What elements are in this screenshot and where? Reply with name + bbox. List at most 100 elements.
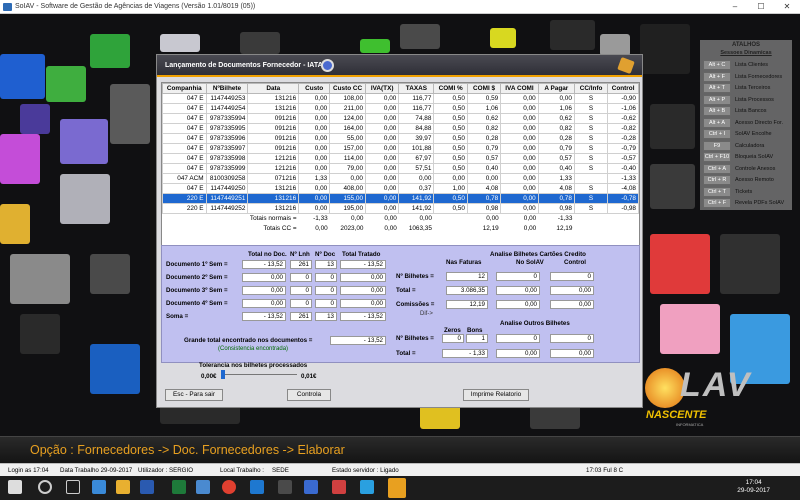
others-total-solav[interactable]: 0,00: [496, 349, 540, 358]
column-header[interactable]: NºBilhete: [205, 83, 249, 94]
doc-num-field[interactable]: 13: [315, 312, 337, 321]
table-row[interactable]: 220 E 1147449251 131216 0,00 155,00 0,00 141,9…: [162, 193, 639, 204]
doc-num-field[interactable]: 0: [315, 286, 337, 295]
others-bilhetes-solav[interactable]: 0: [496, 334, 540, 343]
column-header[interactable]: Custo: [298, 83, 331, 94]
chrome-icon[interactable]: [222, 480, 236, 494]
others-total-faturas[interactable]: - 1,33: [442, 349, 488, 358]
doc-tratado-field[interactable]: 0,00: [340, 273, 386, 282]
column-header[interactable]: A Pagar: [537, 83, 575, 94]
doc-lnh-field[interactable]: 0: [290, 273, 312, 282]
cards-total-control[interactable]: 0,00: [550, 286, 594, 295]
app-icon[interactable]: [278, 480, 292, 494]
doc-tratado-field[interactable]: - 13,52: [340, 312, 386, 321]
doc-total-field[interactable]: 0,00: [242, 286, 286, 295]
shortcut-item[interactable]: Ctrl + F10 Bloqueia SoIAV: [703, 152, 791, 163]
others-bilhetes-zeros[interactable]: 0: [442, 334, 464, 343]
cards-comissoes-control[interactable]: 0,00: [550, 300, 594, 309]
control-button[interactable]: Controla: [287, 389, 331, 401]
table-row[interactable]: 047 E 1147449253 131216 0,00 108,00 0,00 116,7…: [162, 93, 639, 104]
doc-lnh-field[interactable]: 0: [290, 286, 312, 295]
column-header[interactable]: COMI $: [466, 83, 502, 94]
shortcut-item[interactable]: Alt + P Lista Processos: [703, 94, 791, 106]
cards-bilhetes-faturas[interactable]: 12: [446, 272, 488, 281]
start-windows-icon[interactable]: [8, 480, 22, 494]
shortcut-item[interactable]: Alt + C Lista Clientes: [703, 60, 791, 71]
tolerance-slider-track[interactable]: [225, 374, 297, 375]
solav-taskbar-icon[interactable]: [388, 478, 406, 498]
app-icon[interactable]: [92, 480, 106, 494]
table-row[interactable]: 047 E 9787335994 091216 0,00 124,00 0,00 74,88…: [162, 113, 639, 124]
column-header[interactable]: Data: [247, 83, 300, 94]
search-icon[interactable]: [38, 480, 52, 494]
tools-icon[interactable]: [617, 56, 635, 75]
doc-num-field[interactable]: 13: [315, 260, 337, 269]
doc-total-field[interactable]: - 13,52: [242, 260, 286, 269]
doc-total-field[interactable]: - 13,52: [242, 312, 286, 321]
table-row[interactable]: 047 E 9787335998 121216 0,00 114,00 0,00 67,97…: [162, 153, 639, 164]
column-header[interactable]: CC/Info: [573, 83, 609, 94]
column-header[interactable]: IVA(TX): [364, 83, 400, 94]
shortcut-item[interactable]: Alt + T Lista Terceiros: [703, 83, 791, 94]
app-icon[interactable]: [140, 480, 154, 494]
cards-comissoes-solav[interactable]: 0,00: [496, 300, 540, 309]
doc-lnh-field[interactable]: 261: [290, 312, 312, 321]
shortcut-item[interactable]: Ctrl + A Controle Anexos: [703, 163, 791, 175]
cards-bilhetes-control[interactable]: 0: [550, 272, 594, 281]
shortcut-item[interactable]: Alt + B Lista Bancos: [703, 106, 791, 117]
table-row[interactable]: 047 E 1147449250 131216 0,00 408,00 0,00 0,37 1…: [162, 183, 639, 194]
column-header[interactable]: COMI %: [433, 83, 468, 94]
column-header[interactable]: Control: [607, 83, 639, 94]
app-icon[interactable]: [304, 480, 318, 494]
doc-lnh-field[interactable]: 0: [290, 299, 312, 308]
maximize-button[interactable]: ☐: [748, 0, 774, 14]
doc-num-field[interactable]: 0: [315, 273, 337, 282]
exit-button[interactable]: Esc - Para sair: [165, 389, 223, 401]
task-view-icon[interactable]: [66, 480, 80, 494]
others-bilhetes-control[interactable]: 0: [550, 334, 594, 343]
shortcut-item[interactable]: Ctrl + I SoIAV Encolhe: [703, 129, 791, 140]
column-header[interactable]: Companhia: [162, 83, 207, 94]
table-row[interactable]: 047 E 9787335997 091216 0,00 157,00 0,00 101,8…: [162, 143, 639, 154]
search-icon[interactable]: [321, 59, 334, 72]
cards-total-faturas[interactable]: 3.086,35: [446, 286, 488, 295]
cards-bilhetes-solav[interactable]: 0: [496, 272, 540, 281]
column-header[interactable]: Custo CC: [329, 83, 366, 94]
doc-tratado-field[interactable]: - 13,52: [340, 260, 386, 269]
edge-icon[interactable]: [250, 480, 264, 494]
shortcut-item[interactable]: Alt + F Lista Fornecedores: [703, 71, 791, 83]
excel-icon[interactable]: [172, 480, 186, 494]
print-report-button[interactable]: Imprime Relatorio: [463, 389, 529, 401]
table-row[interactable]: 047 E 9787335999 121216 0,00 79,00 0,00 57,51 0…: [162, 163, 639, 174]
app-icon[interactable]: [360, 480, 374, 494]
shortcut-item[interactable]: F9 Calculadora: [703, 140, 791, 152]
app-icon[interactable]: [196, 480, 210, 494]
table-row[interactable]: 047 ACM 8100309258 071216 1,33 0,00 0,00 0,00 0…: [162, 173, 639, 184]
column-header[interactable]: IVA COMI: [500, 83, 539, 94]
minimize-button[interactable]: –: [722, 0, 748, 14]
column-header[interactable]: TAXAS: [398, 83, 435, 94]
table-row[interactable]: 047 E 9787335996 091216 0,00 55,00 0,00 39,97 0…: [162, 133, 639, 144]
close-button[interactable]: ✕: [774, 0, 800, 14]
shortcut-item[interactable]: Ctrl + R Acesso Remoto: [703, 175, 791, 186]
doc-lnh-field[interactable]: 261: [290, 260, 312, 269]
others-total-control[interactable]: 0,00: [550, 349, 594, 358]
folder-icon[interactable]: [116, 480, 130, 494]
doc-total-field[interactable]: 0,00: [242, 273, 286, 282]
shortcut-item[interactable]: Alt + A Acesso Directo For.: [703, 117, 791, 129]
cards-total-solav[interactable]: 0,00: [496, 286, 540, 295]
doc-tratado-field[interactable]: 0,00: [340, 286, 386, 295]
shortcut-item[interactable]: Ctrl + F Revela PDFs SoIAV: [703, 198, 791, 209]
table-row[interactable]: 047 E 1147449254 131216 0,00 211,00 0,00 116,7…: [162, 103, 639, 114]
shortcut-item[interactable]: Ctrl + T Tickets: [703, 186, 791, 198]
cards-comissoes-faturas[interactable]: 12,19: [446, 300, 488, 309]
table-row[interactable]: 220 E 1147449252 131216 0,00 195,00 0,00 141,9…: [162, 203, 639, 214]
table-row[interactable]: 047 E 9787335995 091216 0,00 164,00 0,00 84,88…: [162, 123, 639, 134]
app-icon[interactable]: [332, 480, 346, 494]
doc-tratado-field[interactable]: 0,00: [340, 299, 386, 308]
doc-total-field[interactable]: 0,00: [242, 299, 286, 308]
documents-table[interactable]: Companhia NºBilhete Data Custo Custo CC IVA(T…: [161, 82, 640, 252]
doc-num-field[interactable]: 0: [315, 299, 337, 308]
others-bilhetes-bons[interactable]: 1: [466, 334, 488, 343]
taskbar-clock[interactable]: 17:04 29-09-2017: [737, 479, 770, 495]
